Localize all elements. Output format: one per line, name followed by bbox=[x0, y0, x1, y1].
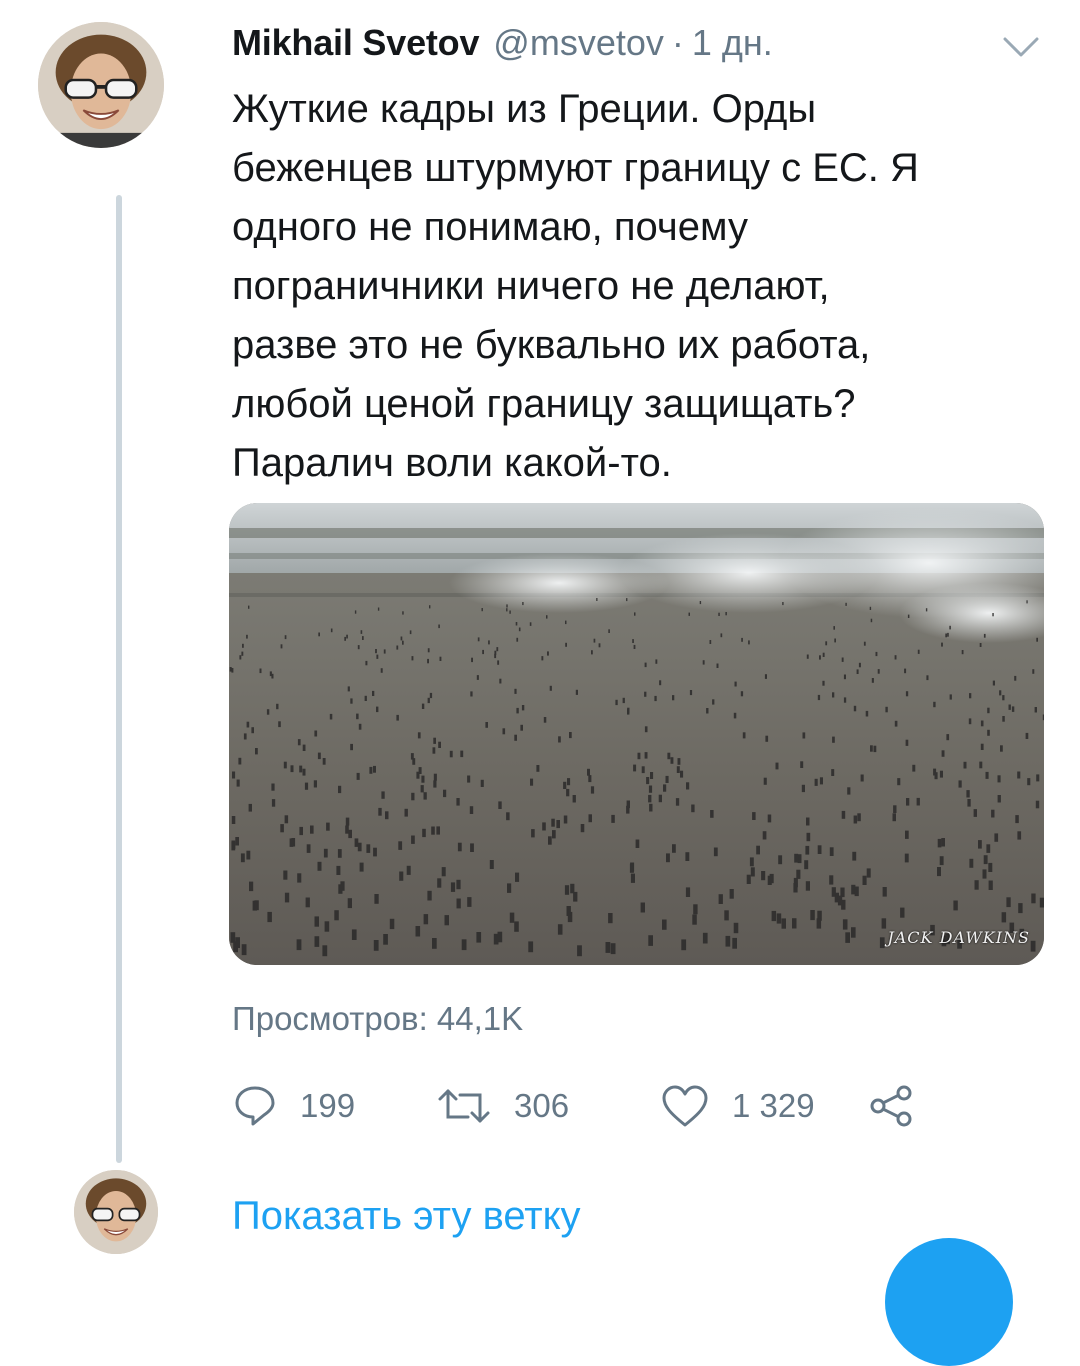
thread-author-avatar[interactable] bbox=[74, 1170, 158, 1254]
tweet-text: Жуткие кадры из Греции. Орды беженцев шт… bbox=[232, 87, 919, 485]
media-image bbox=[229, 503, 1044, 965]
tweet-actions: 199 306 1 329 bbox=[232, 1078, 932, 1134]
views-count: Просмотров: 44,1K bbox=[232, 1000, 524, 1037]
reply-count: 199 bbox=[300, 1087, 356, 1124]
separator-dot: · bbox=[671, 22, 684, 63]
tweet-media[interactable]: JACK DAWKINS bbox=[229, 503, 1044, 965]
reply-icon bbox=[235, 1086, 275, 1126]
author-handle[interactable]: @msvetov bbox=[493, 22, 664, 64]
show-thread-link[interactable]: Показать эту ветку bbox=[232, 1194, 581, 1239]
author-name[interactable]: Mikhail Svetov bbox=[232, 22, 479, 64]
compose-tweet-button[interactable] bbox=[885, 1238, 1013, 1366]
share-button[interactable] bbox=[868, 1078, 914, 1134]
heart-icon bbox=[662, 1085, 708, 1127]
media-watermark: JACK DAWKINS bbox=[887, 928, 1030, 947]
reply-button[interactable]: 199 bbox=[232, 1078, 355, 1134]
retweet-icon bbox=[438, 1089, 490, 1123]
thread-line bbox=[116, 195, 122, 1163]
retweet-button[interactable]: 306 bbox=[436, 1078, 569, 1134]
avatar-image bbox=[74, 1170, 158, 1254]
chevron-down-icon[interactable] bbox=[1002, 34, 1040, 60]
like-button[interactable]: 1 329 bbox=[660, 1078, 815, 1134]
retweet-count: 306 bbox=[514, 1087, 570, 1124]
like-count: 1 329 bbox=[732, 1087, 815, 1124]
avatar-image bbox=[38, 22, 164, 148]
author-avatar[interactable] bbox=[38, 22, 164, 148]
share-icon bbox=[870, 1085, 912, 1127]
tweet-time[interactable]: 1 дн. bbox=[692, 22, 773, 64]
tweet-header: Mikhail Svetov @msvetov · 1 дн. bbox=[232, 22, 1040, 72]
